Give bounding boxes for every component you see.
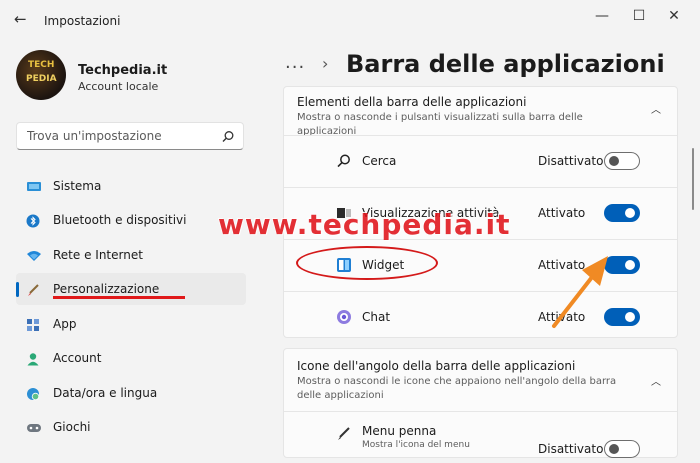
selection-indicator bbox=[16, 282, 19, 297]
close-button[interactable]: ✕ bbox=[662, 8, 686, 24]
sidebar-item-account[interactable]: Account bbox=[16, 342, 246, 374]
scrollbar-thumb[interactable] bbox=[692, 148, 694, 210]
brush-icon bbox=[26, 282, 40, 296]
section-header[interactable]: Icone dell'angolo della barra delle appl… bbox=[284, 349, 677, 411]
search-box[interactable] bbox=[16, 122, 244, 150]
bluetooth-icon bbox=[26, 213, 40, 228]
setting-label: Menu penna bbox=[362, 424, 437, 438]
section-corner-icons: Icone dell'angolo della barra delle appl… bbox=[283, 348, 678, 458]
breadcrumb-more-button[interactable]: ... bbox=[285, 52, 305, 73]
sidebar-item-rete[interactable]: Rete e Internet bbox=[16, 239, 246, 271]
search-icon[interactable] bbox=[221, 129, 235, 148]
pen-icon bbox=[336, 426, 352, 442]
avatar[interactable]: TECH PEDIA bbox=[16, 50, 66, 100]
sidebar-item-label: Bluetooth e dispositivi bbox=[53, 213, 187, 227]
toggle-knob bbox=[625, 312, 635, 322]
account-type: Account locale bbox=[78, 80, 159, 93]
setting-sublabel: Mostra l'icona del menu bbox=[362, 440, 470, 450]
setting-state: Disattivato bbox=[538, 442, 604, 456]
section-title: Elementi della barra delle applicazioni bbox=[297, 95, 527, 109]
toggle-pen-menu[interactable] bbox=[604, 440, 640, 458]
chevron-up-icon[interactable]: ︿ bbox=[651, 373, 661, 388]
toggle-knob bbox=[625, 208, 635, 218]
section-subtitle: Mostra o nascondi le icone che appaiono … bbox=[297, 376, 617, 401]
setting-label: Chat bbox=[362, 310, 391, 324]
person-icon bbox=[26, 351, 40, 366]
annotation-arrow-icon bbox=[552, 256, 608, 328]
annotation-underline bbox=[53, 296, 185, 299]
wifi-icon bbox=[26, 248, 41, 262]
sidebar-item-personalizzazione[interactable]: Personalizzazione bbox=[16, 273, 246, 305]
monitor-icon bbox=[26, 179, 41, 193]
sidebar-item-label: Sistema bbox=[53, 179, 102, 193]
setting-state: Attivato bbox=[538, 206, 586, 220]
watermark: www.techpedia.it bbox=[218, 208, 511, 241]
search-icon bbox=[336, 153, 352, 169]
setting-row-cerca: Cerca Disattivato bbox=[284, 135, 677, 187]
page-title: Barra delle applicazioni bbox=[346, 50, 665, 78]
sidebar-item-label: Rete e Internet bbox=[53, 248, 143, 262]
toggle-knob bbox=[609, 156, 619, 166]
toggle-knob bbox=[625, 260, 635, 270]
title-bar: ← Impostazioni — ☐ ✕ bbox=[0, 0, 700, 40]
maximize-button[interactable]: ☐ bbox=[627, 8, 651, 24]
minimize-button[interactable]: — bbox=[590, 8, 614, 24]
avatar-logo-mark: TECH bbox=[28, 60, 55, 70]
sidebar-item-label: App bbox=[53, 317, 77, 331]
section-header[interactable]: Elementi della barra delle applicazioni … bbox=[284, 87, 677, 137]
sidebar-item-giochi[interactable]: Giochi bbox=[16, 411, 246, 443]
setting-row-chat: Chat Attivato bbox=[284, 291, 677, 343]
toggle-task-view[interactable] bbox=[604, 204, 640, 222]
sidebar-item-sistema[interactable]: Sistema bbox=[16, 170, 246, 202]
gamepad-icon bbox=[26, 420, 41, 434]
sidebar-item-label: Data/ora e lingua bbox=[53, 386, 158, 400]
sidebar-item-label: Giochi bbox=[53, 420, 91, 434]
avatar-logo-mark-2: PEDIA bbox=[26, 74, 57, 84]
setting-state: Disattivato bbox=[538, 154, 604, 168]
chat-icon bbox=[336, 309, 352, 325]
sidebar-item-app[interactable]: App bbox=[16, 308, 246, 340]
sidebar-item-bluetooth[interactable]: Bluetooth e dispositivi bbox=[16, 204, 246, 236]
chevron-up-icon[interactable]: ︿ bbox=[651, 101, 661, 116]
setting-row-pen-menu: Menu penna Mostra l'icona del menu Disat… bbox=[284, 411, 677, 463]
toggle-knob bbox=[609, 444, 619, 454]
window-title: Impostazioni bbox=[44, 14, 121, 28]
chevron-right-icon: › bbox=[322, 54, 329, 73]
search-input[interactable] bbox=[25, 128, 219, 144]
globe-clock-icon bbox=[26, 386, 40, 401]
sidebar-item-label: Account bbox=[53, 351, 102, 365]
back-arrow-icon[interactable]: ← bbox=[14, 10, 27, 28]
sidebar-item-data-ora[interactable]: Data/ora e lingua bbox=[16, 377, 246, 409]
section-title: Icone dell'angolo della barra delle appl… bbox=[297, 359, 576, 373]
annotation-oval bbox=[296, 246, 438, 280]
sidebar-item-label: Personalizzazione bbox=[53, 282, 160, 296]
user-name: Techpedia.it bbox=[78, 63, 168, 78]
setting-label: Cerca bbox=[362, 154, 397, 168]
toggle-cerca[interactable] bbox=[604, 152, 640, 170]
apps-icon bbox=[26, 317, 40, 331]
